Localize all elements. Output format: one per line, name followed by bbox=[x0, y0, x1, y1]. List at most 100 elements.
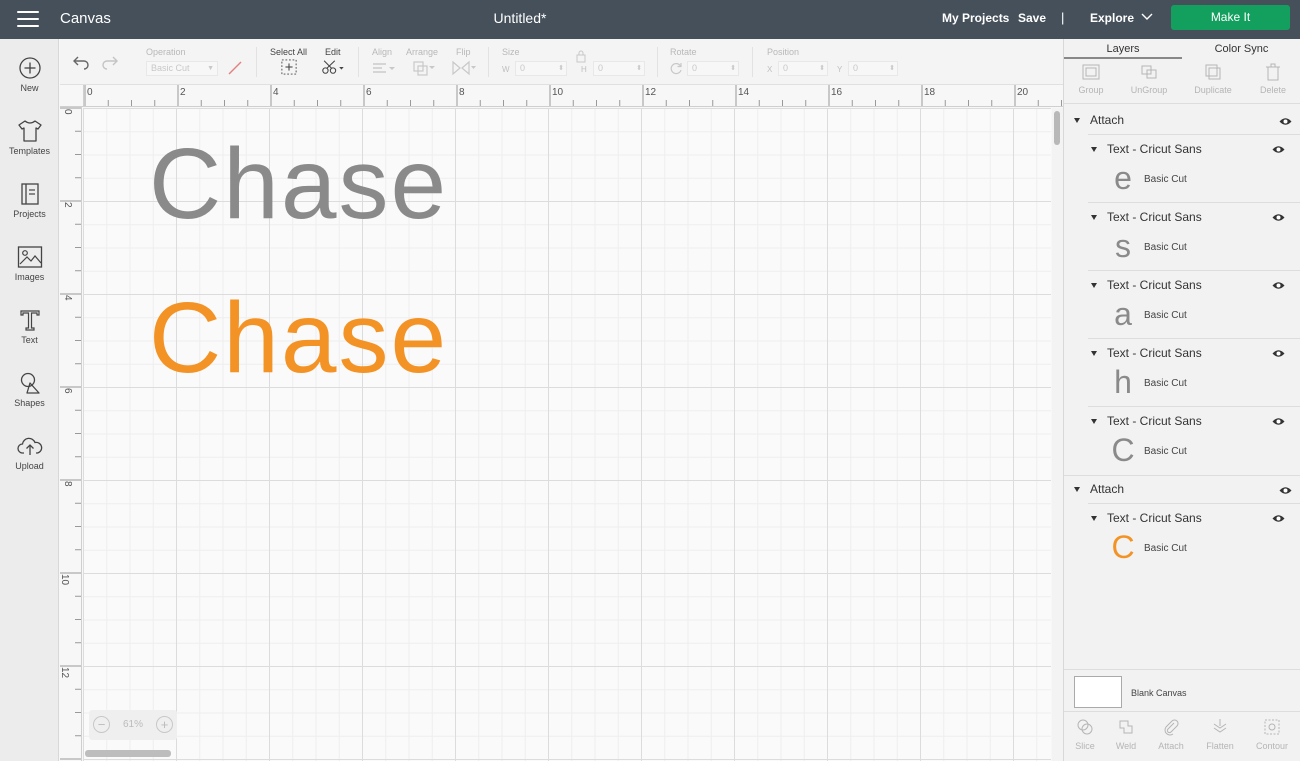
align-icon[interactable] bbox=[372, 61, 396, 77]
collapse-triangle-icon[interactable] bbox=[1074, 118, 1080, 123]
collapse-triangle-icon[interactable] bbox=[1091, 351, 1097, 356]
tab-layers[interactable]: Layers bbox=[1064, 39, 1182, 59]
canvas-text-chase-gray[interactable]: Chase bbox=[149, 134, 448, 234]
layer-text-cricut-sans[interactable]: Text - Cricut Sans bbox=[1064, 138, 1300, 160]
duplicate-icon bbox=[1205, 64, 1221, 80]
sidebar-item-new[interactable]: New bbox=[0, 56, 59, 112]
slice-button[interactable]: Slice bbox=[1062, 718, 1108, 751]
divider bbox=[1064, 669, 1300, 670]
explore-menu[interactable]: Explore bbox=[1090, 11, 1134, 25]
layer-item[interactable]: a Basic Cut bbox=[1064, 296, 1300, 333]
divider bbox=[1088, 270, 1300, 271]
chevron-down-icon[interactable] bbox=[1141, 10, 1153, 22]
ruler-top-label: 0 bbox=[87, 87, 93, 98]
collapse-triangle-icon[interactable] bbox=[1091, 215, 1097, 220]
edit-scissors-icon[interactable] bbox=[320, 59, 346, 75]
eye-icon[interactable] bbox=[1272, 349, 1285, 358]
zoom-in-button[interactable]: + bbox=[156, 716, 173, 733]
save-button[interactable]: Save bbox=[1018, 11, 1046, 25]
sidebar-item-upload[interactable]: Upload bbox=[0, 434, 59, 490]
ungroup-button[interactable]: UnGroup bbox=[1124, 63, 1174, 95]
ruler-top-label: 8 bbox=[459, 87, 465, 98]
ruler-top-label: 20 bbox=[1017, 87, 1029, 98]
blank-canvas-swatch[interactable] bbox=[1074, 676, 1122, 708]
eye-icon[interactable] bbox=[1272, 281, 1285, 290]
rotate-label: Rotate bbox=[670, 47, 697, 57]
layer-group-label: Attach bbox=[1090, 482, 1125, 496]
collapse-triangle-icon[interactable] bbox=[1074, 487, 1080, 492]
layer-operation: Basic Cut bbox=[1144, 378, 1187, 389]
my-projects-link[interactable]: My Projects bbox=[942, 11, 1009, 25]
layer-text-cricut-sans[interactable]: Text - Cricut Sans bbox=[1064, 342, 1300, 364]
layer-item[interactable]: e Basic Cut bbox=[1064, 160, 1300, 197]
trash-icon bbox=[1266, 63, 1280, 81]
layer-item[interactable]: C Basic Cut bbox=[1064, 432, 1300, 469]
layer-item[interactable]: s Basic Cut bbox=[1064, 228, 1300, 265]
attach-button[interactable]: Attach bbox=[1148, 718, 1194, 751]
canvas-text-chase-orange[interactable]: Chase bbox=[149, 288, 448, 388]
group-button[interactable]: Group bbox=[1066, 63, 1116, 95]
eye-icon[interactable] bbox=[1272, 417, 1285, 426]
layer-text-cricut-sans[interactable]: Text - Cricut Sans bbox=[1064, 507, 1300, 529]
layer-group-attach[interactable]: Attach bbox=[1064, 109, 1300, 133]
document-title[interactable]: Untitled* bbox=[0, 10, 1040, 26]
eye-icon[interactable] bbox=[1272, 145, 1285, 154]
rotate-input[interactable]: 0 ⬍ bbox=[687, 61, 739, 76]
undo-icon[interactable] bbox=[72, 54, 90, 70]
divider bbox=[1088, 202, 1300, 203]
lock-icon[interactable] bbox=[575, 48, 587, 64]
sidebar-item-text[interactable]: Text bbox=[0, 308, 59, 364]
position-x-input[interactable]: 0 ⬍ bbox=[778, 61, 828, 76]
contour-label: Contour bbox=[1255, 741, 1289, 751]
width-input[interactable]: 0 ⬍ bbox=[515, 61, 567, 76]
flip-label: Flip bbox=[456, 47, 471, 57]
material-color-swatch-icon[interactable] bbox=[227, 60, 243, 76]
paperclip-icon bbox=[1164, 719, 1179, 736]
collapse-triangle-icon[interactable] bbox=[1091, 419, 1097, 424]
delete-button[interactable]: Delete bbox=[1248, 63, 1298, 95]
sidebar-item-projects[interactable]: Projects bbox=[0, 182, 59, 238]
layer-item[interactable]: h Basic Cut bbox=[1064, 364, 1300, 401]
layer-text-cricut-sans[interactable]: Text - Cricut Sans bbox=[1064, 410, 1300, 432]
arrange-icon[interactable] bbox=[412, 60, 436, 76]
height-input[interactable]: 0 ⬍ bbox=[593, 61, 645, 76]
sidebar-item-images[interactable]: Images bbox=[0, 245, 59, 301]
make-it-button[interactable]: Make It bbox=[1171, 5, 1290, 30]
sidebar-item-templates[interactable]: Templates bbox=[0, 119, 59, 175]
duplicate-label: Duplicate bbox=[1194, 85, 1232, 95]
toolbar-separator bbox=[752, 47, 753, 77]
sidebar-item-shapes[interactable]: Shapes bbox=[0, 371, 59, 427]
weld-button[interactable]: Weld bbox=[1103, 718, 1149, 751]
layer-group-attach[interactable]: Attach bbox=[1064, 478, 1300, 502]
contour-button[interactable]: Contour bbox=[1249, 718, 1295, 751]
layer-thumbnail: s bbox=[1115, 228, 1131, 264]
eye-icon[interactable] bbox=[1279, 117, 1292, 126]
collapse-triangle-icon[interactable] bbox=[1091, 283, 1097, 288]
design-canvas[interactable]: Chase Chase bbox=[83, 108, 1051, 761]
y-label: Y bbox=[837, 65, 843, 74]
collapse-triangle-icon[interactable] bbox=[1091, 516, 1097, 521]
ruler-top-label: 2 bbox=[180, 87, 186, 98]
duplicate-button[interactable]: Duplicate bbox=[1188, 63, 1238, 95]
position-y-input[interactable]: 0 ⬍ bbox=[848, 61, 898, 76]
layer-operation: Basic Cut bbox=[1144, 242, 1187, 253]
flatten-button[interactable]: Flatten bbox=[1197, 718, 1243, 751]
eye-icon[interactable] bbox=[1279, 486, 1292, 495]
eye-icon[interactable] bbox=[1272, 514, 1285, 523]
sidebar-label-text: Text bbox=[21, 335, 38, 345]
tab-color-sync[interactable]: Color Sync bbox=[1182, 39, 1300, 59]
horizontal-scrollbar-thumb[interactable] bbox=[85, 750, 171, 757]
operation-select[interactable]: Basic Cut ▼ bbox=[146, 61, 218, 76]
plus-circle-icon bbox=[18, 57, 41, 79]
layer-item[interactable]: C Basic Cut bbox=[1064, 529, 1300, 566]
redo-icon[interactable] bbox=[101, 54, 119, 70]
eye-icon[interactable] bbox=[1272, 213, 1285, 222]
layer-text-cricut-sans[interactable]: Text - Cricut Sans bbox=[1064, 274, 1300, 296]
vertical-scrollbar-thumb[interactable] bbox=[1054, 111, 1060, 145]
flip-icon[interactable] bbox=[451, 60, 477, 76]
vertical-scrollbar[interactable] bbox=[1052, 108, 1063, 761]
sidebar-label-templates: Templates bbox=[8, 146, 51, 156]
layer-text-cricut-sans[interactable]: Text - Cricut Sans bbox=[1064, 206, 1300, 228]
select-all-icon[interactable] bbox=[280, 59, 298, 75]
collapse-triangle-icon[interactable] bbox=[1091, 147, 1097, 152]
